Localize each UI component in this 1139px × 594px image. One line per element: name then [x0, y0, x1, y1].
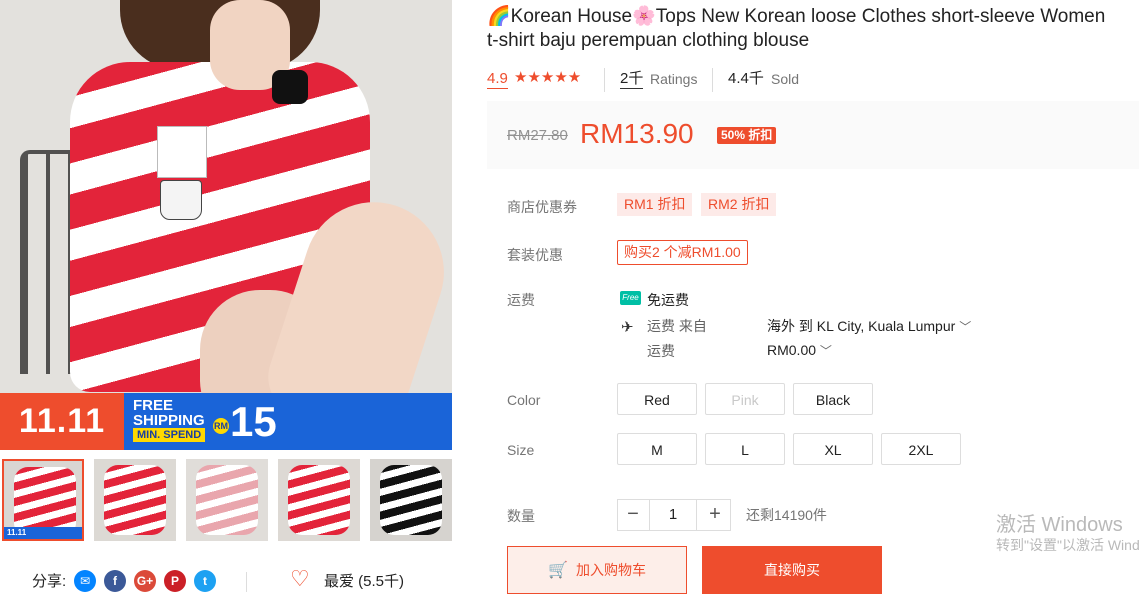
thumbnail-shirt — [288, 465, 350, 535]
shipping-from-label: 运费 来自 — [647, 318, 707, 334]
size-option-xl[interactable]: XL — [793, 433, 873, 465]
banner-sale-date: 11.11 — [0, 393, 124, 450]
favorite-count[interactable]: 最爱 (5.5千) — [324, 570, 404, 591]
quantity-label: 数量 — [507, 508, 535, 524]
product-title-line2: t-shirt baju perempuan clothing blouse — [487, 30, 810, 51]
chevron-down-icon: ﹀ — [959, 320, 972, 334]
thumbnail-shirt — [104, 465, 166, 535]
share-label: 分享: — [32, 573, 67, 590]
voucher-label: 商店优惠券 — [507, 199, 577, 215]
stat-divider — [712, 68, 713, 92]
size-label: Size — [507, 442, 535, 458]
truck-icon: ✈ — [621, 319, 634, 336]
color-option-pink[interactable]: Pink — [705, 383, 785, 415]
thumbnail-shirt — [196, 465, 258, 535]
sold-label: Sold — [771, 71, 800, 87]
stat-divider — [604, 68, 605, 92]
banner-free-text: FREE — [133, 397, 174, 414]
sold-count: 4.4千 — [728, 70, 764, 87]
stock-remaining: 还剩14190件 — [746, 507, 827, 523]
thumbnail-4[interactable] — [278, 459, 360, 541]
bundle-label: 套装优惠 — [507, 247, 563, 263]
ratings-label: Ratings — [650, 71, 698, 87]
free-shipping-text: 免运费 — [647, 292, 689, 308]
shirt-pocket — [157, 126, 207, 178]
main-product-image[interactable] — [0, 0, 452, 450]
shipping-route[interactable]: 海外 到 KL City, Kuala Lumpur ﹀ — [767, 316, 971, 336]
share-divider — [246, 572, 247, 592]
product-title: 🌈Korean House🌸Tops New Korean loose Clot… — [487, 5, 1139, 53]
chevron-down-icon: ﹀ — [819, 344, 832, 358]
bundle-deal[interactable]: 购买2 个减RM1.00 — [617, 240, 748, 265]
windows-activation-hint: 转到"设置"以激活 Windows。 — [996, 537, 1139, 553]
color-label: Color — [507, 392, 541, 408]
buy-now-button[interactable]: 直接购买 — [702, 546, 882, 594]
windows-activation-watermark: 激活 Windows — [996, 514, 1123, 536]
thumbnail-banner: 11.11 — [4, 527, 82, 539]
size-option-m[interactable]: M — [617, 433, 697, 465]
shipping-destination: KL City, Kuala Lumpur — [816, 318, 956, 334]
voucher-rm2[interactable]: RM2 折扣 — [701, 193, 777, 216]
shipping-fee-label: 运费 — [647, 343, 675, 359]
quantity-input[interactable]: 1 — [649, 499, 697, 531]
quantity-increase-button[interactable]: + — [699, 499, 731, 531]
ratings-count[interactable]: 2千 — [620, 70, 644, 89]
banner-shipping-text: SHIPPING — [133, 412, 205, 429]
rating-value[interactable]: 4.9 — [487, 70, 508, 89]
add-to-cart-label: 加入购物车 — [575, 562, 646, 578]
watch-shape — [272, 70, 308, 104]
cart-icon: 🛒 — [548, 562, 568, 579]
banner-amount: 15 — [230, 398, 277, 445]
product-title-line1: 🌈Korean House🌸Tops New Korean loose Clot… — [487, 6, 1106, 27]
shipping-origin: 海外 — [767, 318, 795, 334]
color-option-black[interactable]: Black — [793, 383, 873, 415]
thumbnail-2[interactable] — [94, 459, 176, 541]
size-option-l[interactable]: L — [705, 433, 785, 465]
thumbnail-1[interactable]: 11.11 — [2, 459, 84, 541]
voucher-rm1[interactable]: RM1 折扣 — [617, 193, 693, 216]
thumbnail-3[interactable] — [186, 459, 268, 541]
shipping-fee-value: RM0.00 — [767, 342, 817, 358]
discount-badge: 50% 折扣 — [717, 127, 777, 144]
color-option-red[interactable]: Red — [617, 383, 697, 415]
thumbnail-shirt — [380, 465, 442, 535]
banner-rm-badge: RM — [213, 418, 229, 434]
quantity-decrease-button[interactable]: − — [617, 499, 649, 531]
banner-min-spend: MIN. SPEND — [133, 428, 206, 442]
size-option-2xl[interactable]: 2XL — [881, 433, 961, 465]
add-to-cart-button[interactable]: 🛒 加入购物车 — [507, 546, 687, 594]
free-shipping-icon: Free — [620, 291, 641, 305]
heart-icon[interactable]: ♡ — [290, 568, 310, 590]
shirt-mug-print — [160, 180, 202, 220]
original-price: RM27.80 — [507, 127, 568, 144]
rating-stars-icon: ★★★★★ — [514, 69, 582, 86]
thumbnail-5[interactable] — [370, 459, 452, 541]
shipping-to-word: 到 — [798, 318, 813, 334]
shipping-fee-selector[interactable]: RM0.00 ﹀ — [767, 342, 832, 359]
shipping-label: 运费 — [507, 292, 535, 308]
current-price: RM13.90 — [580, 118, 694, 149]
